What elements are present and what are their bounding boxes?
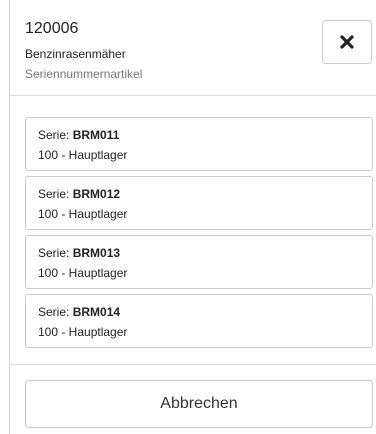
serial-number: BRM011 [72,128,120,142]
serial-selection-panel: 120006 Benzinrasenmäher Seriennummernart… [9,0,376,434]
serial-prefix: Serie: [38,305,70,319]
item-number: 120006 [25,20,79,37]
serial-location: 100 - Hauptlager [38,325,128,339]
panel-header: 120006 Benzinrasenmäher Seriennummernart… [10,0,376,96]
serial-list-item[interactable]: Serie: BRM011 100 - Hauptlager [25,117,373,171]
serial-list-item[interactable]: Serie: BRM014 100 - Hauptlager [25,294,373,348]
serial-location: 100 - Hauptlager [38,266,128,280]
serial-number: BRM013 [72,246,121,260]
serial-list-item[interactable]: Serie: BRM012 100 - Hauptlager [25,176,373,230]
serial-number: BRM012 [72,187,121,201]
serial-number-line: Serie: BRM013 [38,245,120,261]
cancel-button[interactable]: Abbrechen [25,380,373,428]
serial-list: Serie: BRM011 100 - Hauptlager Serie: BR… [25,117,373,353]
serial-number: BRM014 [72,305,121,319]
serial-prefix: Serie: [38,246,70,260]
serial-number-line: Serie: BRM014 [38,304,120,320]
serial-location: 100 - Hauptlager [38,148,128,162]
item-name: Benzinrasenmäher [25,47,126,61]
item-type: Seriennummernartikel [25,67,143,81]
serial-location: 100 - Hauptlager [38,207,128,221]
close-icon [340,35,354,49]
serial-number-line: Serie: BRM012 [38,186,120,202]
close-button[interactable] [322,20,372,64]
serial-prefix: Serie: [38,187,70,201]
serial-list-item[interactable]: Serie: BRM013 100 - Hauptlager [25,235,373,289]
serial-number-line: Serie: BRM011 [38,127,119,143]
serial-prefix: Serie: [38,128,70,142]
footer-divider [10,364,376,365]
